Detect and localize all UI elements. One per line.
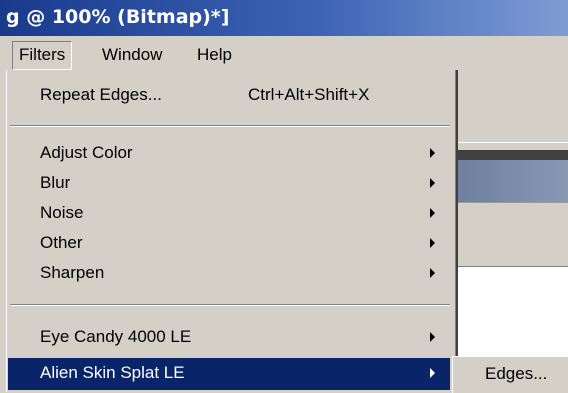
shortcut-label: Ctrl+Alt+Shift+X [248,85,370,104]
submenu-arrow-icon [430,238,435,248]
splat-submenu: Edges... [452,356,568,393]
menu-item-other[interactable]: Other [8,228,450,258]
submenu-arrow-icon [430,178,435,188]
menu-item-blur[interactable]: Blur [8,168,450,198]
filters-dropdown-menu: Repeat Edges... Ctrl+Alt+Shift+X Adjust … [0,70,458,392]
title-bar: g @ 100% (Bitmap)*] [0,0,568,36]
submenu-arrow-icon [430,208,435,218]
window-title: g @ 100% (Bitmap)*] [6,6,230,28]
menu-separator [10,304,450,306]
canvas-area [458,266,568,359]
menu-item-label: Eye Candy 4000 LE [40,327,192,346]
submenu-item-edges[interactable]: Edges... [485,364,547,384]
submenu-arrow-icon [430,332,435,342]
menu-item-adjust-color[interactable]: Adjust Color [8,138,450,168]
panel-area [458,202,568,265]
menu-item-label: Alien Skin Splat LE [40,363,185,382]
menu-help[interactable]: Help [197,45,232,65]
menu-item-sharpen[interactable]: Sharpen [8,258,450,288]
submenu-arrow-icon [430,268,435,278]
panel-divider [458,150,568,160]
menu-item-alien-skin-splat[interactable]: Alien Skin Splat LE [8,358,450,390]
menu-bar: Filters Window Help [0,36,568,70]
menu-window[interactable]: Window [102,45,162,65]
menu-item-label: Other [40,233,83,252]
menu-separator [10,125,450,127]
menu-item-noise[interactable]: Noise [8,198,450,228]
menu-item-label: Blur [40,173,71,192]
menu-item-eye-candy[interactable]: Eye Candy 4000 LE [8,322,450,352]
menu-item-label: Sharpen [40,263,105,282]
menu-item-repeat-edges[interactable]: Repeat Edges... Ctrl+Alt+Shift+X [8,80,450,110]
menu-item-label: Noise [40,203,84,222]
submenu-arrow-icon [430,148,435,158]
menu-item-label: Repeat Edges... [40,85,162,104]
toolbar-area [458,80,568,143]
menu-item-label: Adjust Color [40,143,133,162]
panel-titlebar [458,160,568,202]
menu-filters[interactable]: Filters [12,41,73,70]
submenu-arrow-icon [430,368,435,378]
